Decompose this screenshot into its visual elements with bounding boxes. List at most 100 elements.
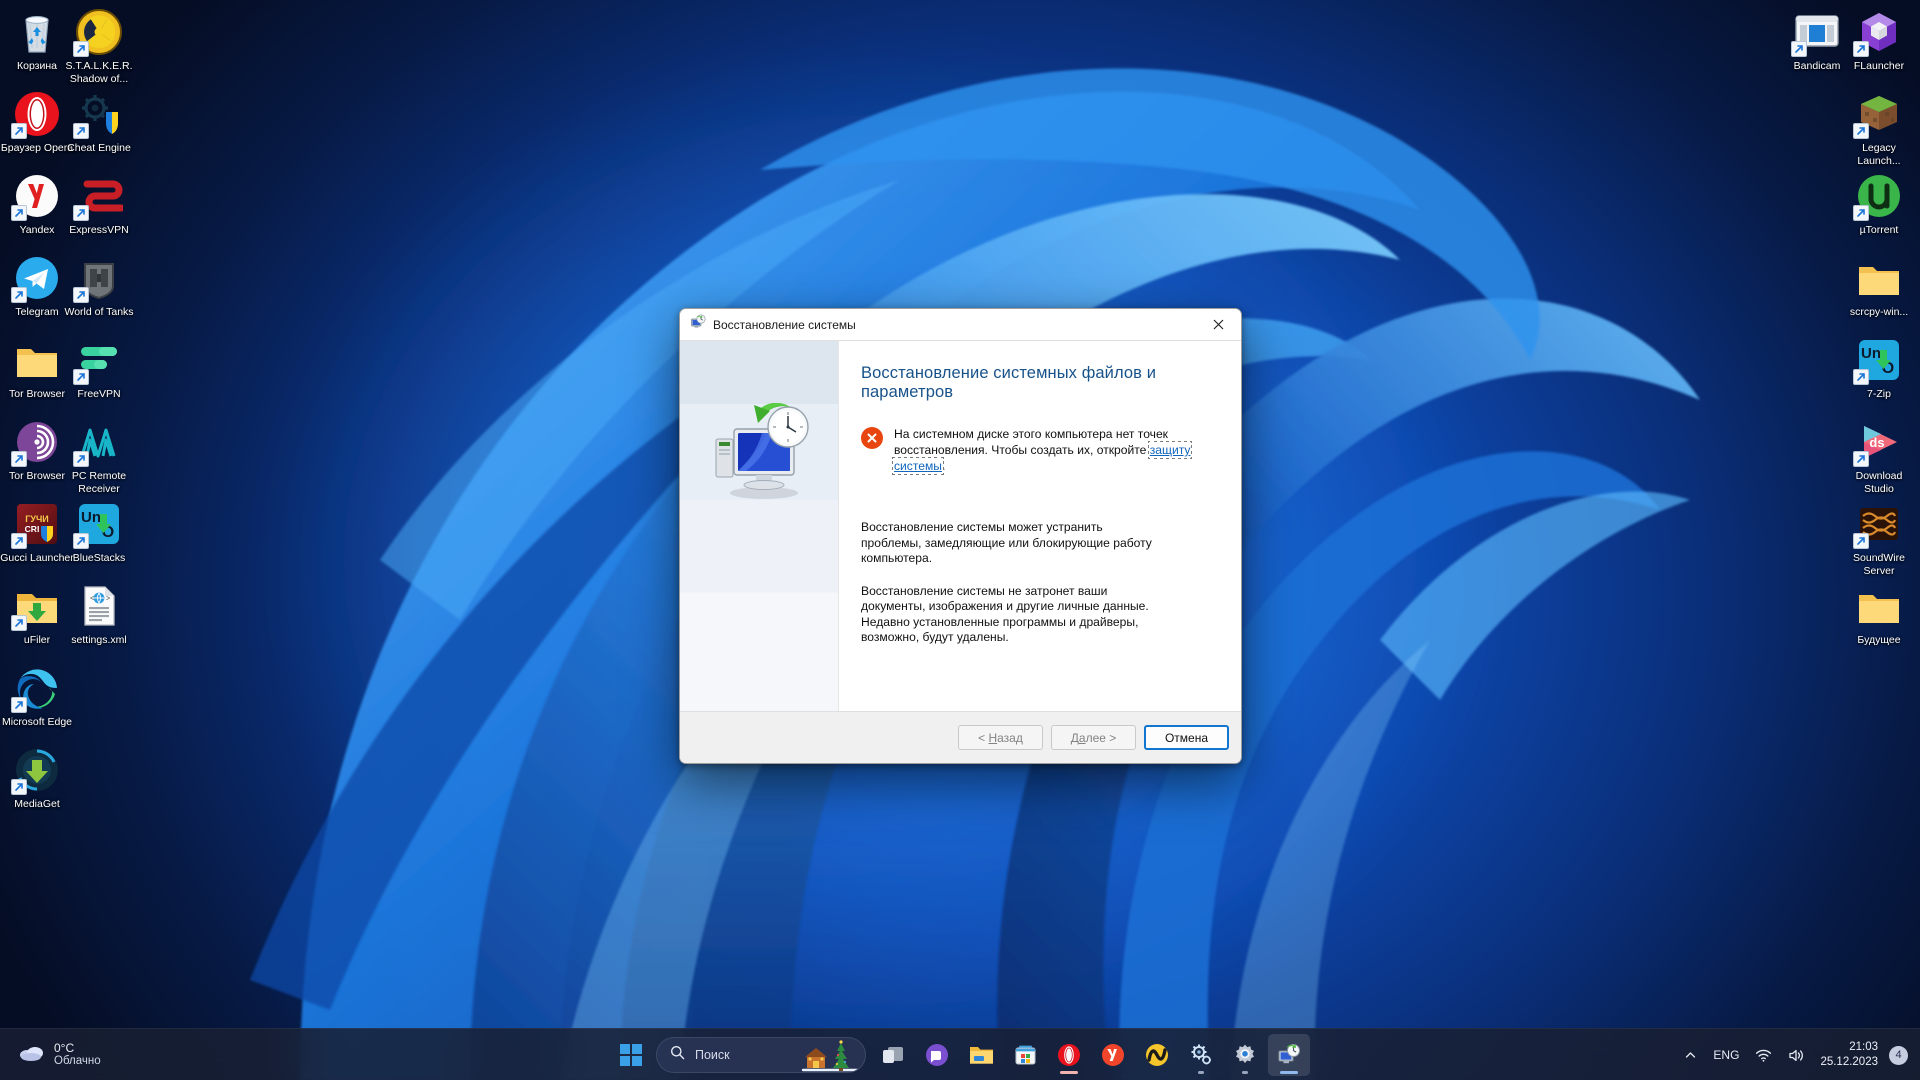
shortcut-badge-icon <box>73 369 89 385</box>
dialog-paragraph-1: Восстановление системы может устранить п… <box>861 520 1152 565</box>
cancel-button[interactable]: Отмена <box>1144 725 1229 750</box>
task-view-icon[interactable] <box>872 1034 914 1076</box>
taskbar-minimized-indicator <box>1198 1070 1204 1074</box>
desktop-icon-flauncher[interactable]: FLauncher <box>1842 8 1916 73</box>
download-folder-icon <box>11 582 61 631</box>
system-restore-icon[interactable] <box>1268 1033 1310 1076</box>
notification-badge[interactable]: 4 <box>1889 1045 1908 1065</box>
pc-remote-receiver-icon <box>73 418 123 467</box>
system-restore-dialog: Восстановление системы Восстановление си… <box>679 308 1242 764</box>
dialog-body: Восстановление системных файлов и параме… <box>680 340 1241 711</box>
desktop-icon-label: Будущее <box>1857 634 1901 646</box>
desktop-icon-label: PC Remote Receiver <box>71 470 127 495</box>
desktop-icon-mediaget[interactable]: MediaGet <box>0 746 74 811</box>
opera-icon[interactable] <box>1048 1034 1090 1076</box>
dialog-paragraph-2: Восстановление системы не затронет ваши … <box>861 583 1149 645</box>
weather-widget[interactable]: 0°C Облачно <box>4 1033 113 1077</box>
close-icon[interactable] <box>1196 309 1241 340</box>
desktop-icon-label: settings.xml <box>71 634 127 646</box>
start-button[interactable] <box>610 1034 652 1076</box>
dialog-heading: Восстановление системных файлов и параме… <box>861 364 1157 401</box>
microsoft-store-icon[interactable] <box>1004 1034 1046 1076</box>
monitor-clock-restore-icon <box>702 402 822 503</box>
svg-text:Un: Un <box>1861 345 1881 362</box>
desktop-icon-legacy-launcher[interactable]: Legacy Launch... <box>1842 90 1916 167</box>
discord-icon[interactable] <box>916 1034 958 1076</box>
shortcut-badge-icon <box>1853 533 1869 549</box>
desktop-icon-label: Legacy Launch... <box>1857 142 1901 167</box>
taskbar-date: 25.12.2023 <box>1820 1056 1878 1068</box>
shortcut-badge-icon <box>73 533 89 549</box>
language-indicator[interactable]: ENG <box>1706 1035 1746 1075</box>
world-of-tanks-icon <box>73 254 123 303</box>
file-explorer-icon[interactable] <box>960 1034 1002 1076</box>
flauncher-icon <box>1853 8 1903 57</box>
error-message-text: На системном диске этого компьютера нет … <box>891 426 1194 475</box>
desktop-icon-download-studio[interactable]: ds Download Studio <box>1842 418 1916 495</box>
desktop-icon-scrcpy-folder[interactable]: scrcpy-win... <box>1842 254 1916 319</box>
desktop-icon-label: Microsoft Edge <box>1 716 73 728</box>
expressvpn-icon <box>73 172 125 221</box>
telegram-icon <box>11 254 61 303</box>
shortcut-badge-icon <box>73 123 89 139</box>
svg-text:CRI: CRI <box>25 524 40 534</box>
desktop-icon-pc-remote-receiver[interactable]: PC Remote Receiver <box>62 418 136 495</box>
desktop-icon-freevpn[interactable]: FreeVPN <box>62 336 136 401</box>
dialog-title-bar[interactable]: Восстановление системы <box>680 309 1241 340</box>
shortcut-badge-icon <box>1853 205 1869 221</box>
shortcut-badge-icon <box>11 697 27 713</box>
shortcut-badge-icon <box>1853 451 1869 467</box>
back-button[interactable]: < Назад <box>958 725 1043 750</box>
bluestacks-icon: Un O <box>73 500 123 549</box>
desktop-icon-microsoft-edge[interactable]: Microsoft Edge <box>0 664 74 729</box>
desktop-icon-label: BlueStacks <box>72 552 126 564</box>
desktop-icon-expressvpn[interactable]: ExpressVPN <box>62 172 136 237</box>
desktop-icon-budushchee-folder[interactable]: Будущее <box>1842 582 1916 647</box>
wifi-icon[interactable] <box>1748 1035 1779 1075</box>
dialog-illustration-panel <box>680 341 839 711</box>
clock-and-date[interactable]: 21:03 25.12.2023 <box>1814 1040 1887 1070</box>
xml-file-icon: < > <box>75 582 123 630</box>
speaker-icon[interactable] <box>1781 1035 1812 1075</box>
desktop-icon-label: µTorrent <box>1859 224 1899 236</box>
shortcut-badge-icon <box>11 205 27 221</box>
yandex-icon[interactable] <box>1092 1034 1134 1076</box>
utorrent-icon <box>1853 172 1903 221</box>
mediaget-taskbar-icon[interactable] <box>1136 1034 1178 1076</box>
cloud-icon <box>18 1042 46 1067</box>
next-button[interactable]: Далее > <box>1051 725 1136 750</box>
taskbar-time: 21:03 <box>1849 1041 1878 1053</box>
desktop-icon-label: 7-Zip <box>1867 388 1891 400</box>
desktop-icon-label: scrcpy-win... <box>1849 306 1909 318</box>
download-studio-icon: ds <box>1853 418 1903 467</box>
desktop-icon-stalker[interactable]: S.T.A.L.K.E.R. Shadow of... <box>62 8 136 85</box>
error-icon <box>861 427 883 449</box>
cheat-engine-icon[interactable] <box>1180 1034 1222 1076</box>
cheat-engine-icon <box>73 90 123 139</box>
chevron-up-icon[interactable] <box>1677 1035 1704 1075</box>
system-tray: ENG 21:03 25.12.2023 4 <box>1677 1029 1920 1080</box>
desktop-icon-world-of-tanks[interactable]: World of Tanks <box>62 254 136 319</box>
search-input[interactable]: Поиск <box>656 1036 866 1073</box>
desktop-icon-utorrent[interactable]: µTorrent <box>1842 172 1916 237</box>
bandicam-icon <box>1791 8 1841 57</box>
desktop-icon-label: Cheat Engine <box>67 142 131 154</box>
taskbar-center-group: Поиск <box>610 1029 1310 1080</box>
svg-text:ГУЧИ: ГУЧИ <box>25 514 49 524</box>
desktop-icon-cheat-engine[interactable]: Cheat Engine <box>62 90 136 155</box>
search-placeholder: Поиск <box>695 1047 730 1062</box>
microsoft-edge-icon <box>11 664 61 713</box>
tor-onion-icon <box>11 418 61 467</box>
desktop-icon-settings-xml[interactable]: < > settings.xml <box>62 582 136 647</box>
freevpn-icon <box>73 336 123 385</box>
desktop-icon-bluestacks[interactable]: Un O BlueStacks <box>62 500 136 565</box>
desktop-icon-soundwire-server[interactable]: SoundWire Server <box>1842 500 1916 577</box>
desktop-icon-7zip[interactable]: Un O 7-Zip <box>1842 336 1916 401</box>
shortcut-badge-icon <box>73 451 89 467</box>
search-icon <box>670 1045 685 1065</box>
settings-gear-icon[interactable] <box>1224 1034 1266 1076</box>
shortcut-badge-icon <box>11 779 27 795</box>
error-text-before: На системном диске этого компьютера нет … <box>894 427 1168 457</box>
weather-condition: Облачно <box>54 1054 101 1067</box>
minecraft-grass-block-icon <box>1853 90 1903 139</box>
